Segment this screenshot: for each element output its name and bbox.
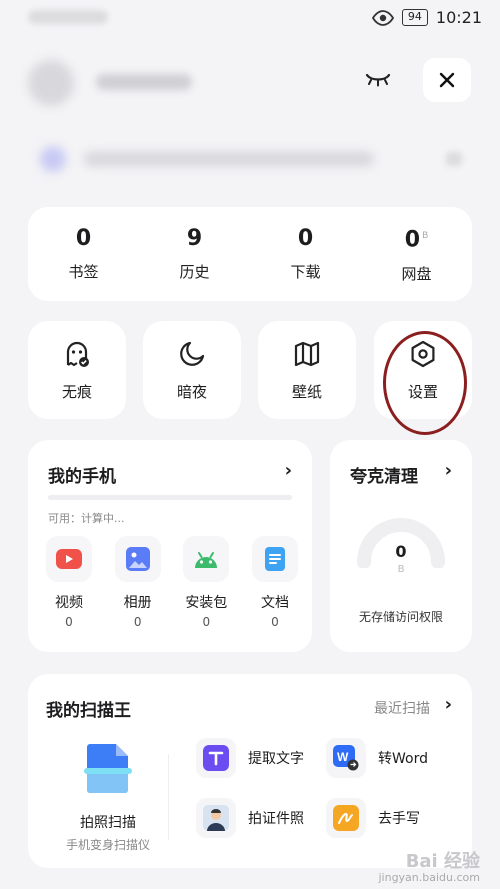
document-icon: [264, 547, 285, 571]
stat-label: 下载: [290, 262, 321, 281]
tile-wallpaper[interactable]: 壁纸: [258, 321, 356, 419]
item-name: 安装包: [185, 595, 228, 611]
item-count: 0: [65, 615, 73, 629]
ghost-icon: [66, 341, 89, 367]
username-blurred[interactable]: [96, 74, 192, 90]
close-icon: [439, 72, 455, 88]
stat-cloud-drive[interactable]: 0B 网盘: [361, 207, 472, 301]
promo-banner-blurred[interactable]: [28, 138, 472, 180]
tool-name: 提取文字: [248, 751, 304, 767]
item-count: 0: [202, 615, 211, 629]
stat-label: 网盘: [401, 264, 432, 283]
tool-extract-text[interactable]: 提取文字: [196, 738, 326, 778]
scan-document-icon: [84, 744, 132, 793]
id-photo-icon: [203, 805, 229, 831]
stat-unit: B: [422, 231, 429, 242]
permission-text: 无存储访问权限: [358, 610, 443, 624]
watermark-url: jingyan.baidu.com: [378, 871, 480, 884]
stat-value: 0: [75, 225, 92, 251]
phone-item-album[interactable]: 相册 0: [109, 536, 167, 629]
tile-incognito[interactable]: 无痕: [28, 321, 126, 419]
main-subtitle: 手机变身扫描仪: [65, 838, 150, 852]
watermark-brand: Bai 经验: [405, 851, 480, 872]
text-extract-icon: [203, 745, 229, 771]
card-title: 我的扫描王: [46, 701, 131, 721]
stat-history[interactable]: 9 历史: [139, 207, 250, 301]
remove-handwriting-icon: [333, 805, 359, 831]
android-icon: [195, 552, 218, 568]
item-count: 0: [133, 615, 142, 629]
status-left-blurred: [28, 10, 108, 24]
tool-remove-handwriting[interactable]: 去手写: [326, 798, 456, 838]
battery-indicator: 94: [401, 9, 428, 26]
tool-name: 去手写: [378, 811, 420, 827]
stats-card: 0 书签 9 历史 0 下载 0B 网盘: [28, 207, 472, 301]
status-bar: 94 10:21: [0, 0, 500, 36]
stat-label: 书签: [68, 262, 99, 281]
hide-button[interactable]: [360, 62, 396, 98]
video-icon: [56, 549, 82, 569]
closed-eye-icon: [365, 73, 391, 87]
stat-value: 0: [297, 225, 314, 251]
tile-label: 无痕: [61, 382, 92, 401]
item-count: 0: [271, 615, 279, 629]
stat-label: 历史: [179, 262, 210, 281]
clock: 10:21: [435, 8, 482, 27]
phone-item-apk[interactable]: 安装包 0: [177, 536, 235, 629]
status-right: 94 10:21: [371, 8, 482, 27]
stat-downloads[interactable]: 0 下载: [250, 207, 361, 301]
chevron-right-icon[interactable]: ›: [445, 694, 452, 715]
tool-name: 转Word: [378, 751, 428, 767]
phone-item-video[interactable]: 视频 0: [40, 536, 98, 629]
main-name: 拍照扫描: [80, 815, 136, 831]
item-name: 视频: [55, 595, 83, 611]
recent-scans-link[interactable]: 最近扫描: [374, 698, 430, 718]
avatar[interactable]: [28, 60, 74, 106]
card-title: 我的手机: [48, 467, 116, 487]
moon-icon: [180, 341, 205, 366]
item-name: 相册: [123, 595, 152, 611]
tool-to-word[interactable]: W 转Word: [326, 738, 456, 778]
watermark: Bai 经验 jingyan.baidu.com: [378, 853, 480, 885]
close-button[interactable]: [423, 58, 471, 102]
chevron-right-icon[interactable]: ›: [445, 460, 452, 481]
gauge-value: 0: [395, 542, 407, 561]
stat-value: 9: [186, 225, 203, 251]
map-icon: [294, 341, 320, 366]
word-icon: W: [333, 745, 359, 771]
gauge-unit: B: [397, 564, 405, 575]
svg-text:W: W: [337, 750, 349, 764]
eye-icon: [371, 9, 394, 26]
tile-label: 壁纸: [291, 382, 322, 401]
tool-name: 拍证件照: [248, 811, 304, 827]
storage-available: 可用：计算中...: [48, 512, 125, 525]
phone-item-docs[interactable]: 文档 0: [246, 536, 304, 629]
storage-bar: [48, 495, 292, 500]
tile-night-mode[interactable]: 暗夜: [143, 321, 241, 419]
stat-value: 0B: [404, 227, 429, 253]
my-phone-card[interactable]: 我的手机 › 可用：计算中... 视频 0 相册 0 安装包 0 文档 0: [28, 440, 312, 652]
scanner-card: 我的扫描王 最近扫描 › 拍照扫描 手机变身扫描仪 提取文字 W 转Word 拍…: [28, 674, 472, 868]
photo-scan-button[interactable]: 拍照扫描 手机变身扫描仪: [48, 742, 168, 853]
quark-cleaner-card[interactable]: 夸克清理 › 0 B 无存储访问权限: [330, 440, 472, 652]
tile-label: 暗夜: [176, 382, 207, 401]
card-title: 夸克清理: [350, 467, 418, 487]
tool-id-photo[interactable]: 拍证件照: [196, 798, 326, 838]
annotation-circle: [383, 331, 467, 435]
photo-icon: [125, 547, 150, 571]
item-name: 文档: [260, 595, 289, 611]
stat-bookmarks[interactable]: 0 书签: [28, 207, 139, 301]
chevron-right-icon[interactable]: ›: [285, 460, 292, 481]
profile-header: [0, 48, 500, 118]
divider: [168, 754, 169, 840]
